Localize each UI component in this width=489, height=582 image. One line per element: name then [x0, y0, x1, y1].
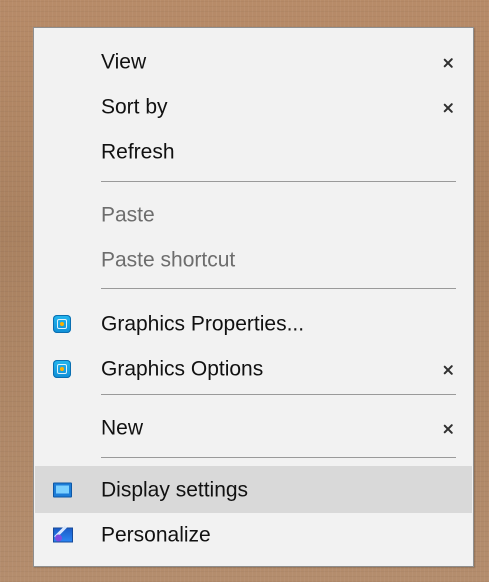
menu-item-label: View	[101, 50, 147, 73]
menu-item-label: Graphics Options	[101, 357, 264, 380]
menu-item-label: Personalize	[101, 523, 211, 546]
graphics-icon	[53, 314, 71, 333]
menu-item-label: Sort by	[101, 95, 168, 118]
chevron-right-icon	[442, 419, 454, 437]
menu-item-label: Display settings	[101, 478, 249, 501]
menu-item-refresh[interactable]: Refresh	[35, 128, 472, 175]
menu-separator	[101, 288, 456, 289]
menu-item-new[interactable]: New	[35, 404, 472, 451]
menu-item-sort-by[interactable]: Sort by	[35, 83, 472, 130]
menu-item-view[interactable]: View	[35, 38, 472, 85]
graphics-icon	[53, 359, 71, 378]
desktop-context-menu: View Sort by Refresh Paste Paste shortcu…	[33, 27, 474, 567]
menu-item-graphics-properties[interactable]: Graphics Properties...	[35, 300, 472, 347]
chevron-right-icon	[442, 360, 454, 378]
menu-item-label: New	[101, 416, 144, 439]
menu-item-label: Paste	[101, 203, 155, 226]
menu-item-personalize[interactable]: Personalize	[35, 511, 472, 558]
menu-separator	[101, 457, 456, 458]
menu-item-display-settings[interactable]: Display settings	[35, 466, 472, 513]
menu-item-graphics-options[interactable]: Graphics Options	[35, 345, 472, 392]
display-settings-icon	[53, 482, 72, 497]
personalize-icon	[53, 527, 73, 542]
menu-separator	[101, 394, 456, 395]
menu-item-paste-shortcut: Paste shortcut	[35, 236, 472, 283]
menu-item-paste: Paste	[35, 191, 472, 238]
chevron-right-icon	[442, 53, 454, 71]
chevron-right-icon	[442, 98, 454, 116]
menu-item-label: Refresh	[101, 140, 175, 163]
menu-item-label: Graphics Properties...	[101, 312, 305, 335]
menu-item-label: Paste shortcut	[101, 248, 236, 271]
menu-separator	[101, 181, 456, 182]
